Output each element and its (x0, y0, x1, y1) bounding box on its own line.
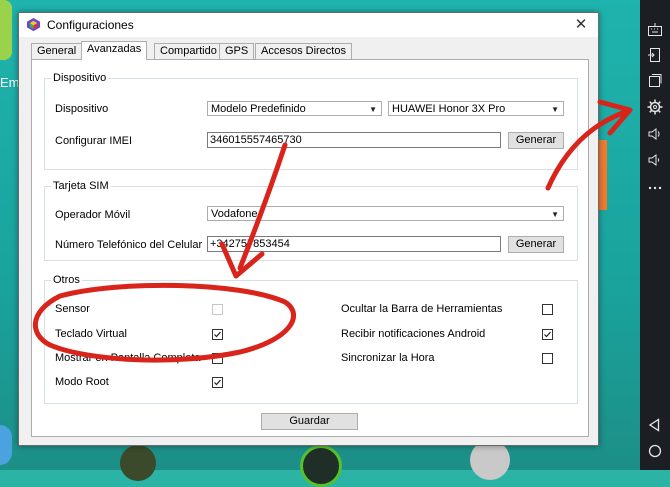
keyboard-icon[interactable] (647, 22, 663, 38)
back-icon[interactable] (647, 417, 663, 433)
generate-imei-button[interactable]: Generar (508, 132, 564, 149)
sensor-checkbox[interactable] (212, 304, 223, 315)
more-icon[interactable] (647, 180, 663, 196)
advanced-panel: Dispositivo Dispositivo Modelo Predefini… (31, 59, 589, 437)
dropdown-arrow-icon: ▼ (369, 105, 377, 114)
virtual-keyboard-checkbox[interactable] (212, 329, 223, 340)
virtual-keyboard-label: Teclado Virtual (55, 328, 127, 340)
sensor-label: Sensor (55, 303, 90, 315)
screen-rotate-icon[interactable] (647, 47, 663, 63)
device-group: Dispositivo Dispositivo Modelo Predefini… (44, 72, 578, 170)
android-notifications-label: Recibir notificaciones Android (341, 328, 486, 340)
fullscreen-label: Mostrar en Pantalla Completa (55, 352, 201, 364)
root-mode-checkbox[interactable] (212, 377, 223, 388)
desktop-app-icon[interactable] (470, 440, 510, 480)
sim-group: Tarjeta SIM Operador Móvil Vodafone ▼ Nú… (44, 180, 578, 261)
model-value: Modelo Predefinido (211, 103, 306, 115)
volume-up-icon[interactable] (647, 126, 663, 142)
operator-value: Vodafone (211, 208, 258, 220)
tab-gps[interactable]: GPS (219, 43, 255, 59)
desktop-app-icon[interactable] (120, 445, 156, 481)
generate-phone-button[interactable]: Generar (508, 236, 564, 253)
root-mode-label: Modo Root (55, 376, 109, 388)
tab-shared[interactable]: Compartido (154, 43, 223, 59)
brand-select[interactable]: HUAWEI Honor 3X Pro ▼ (388, 101, 564, 116)
check-icon (214, 331, 221, 338)
dialog-title: Configuraciones (47, 18, 134, 32)
hide-toolbar-label: Ocultar la Barra de Herramientas (341, 303, 503, 315)
tab-shortcuts[interactable]: Accesos Directos (255, 43, 352, 59)
app-logo-icon (26, 17, 41, 32)
other-group: Otros Sensor Teclado Virtual Mostrar en … (44, 274, 578, 404)
operator-select[interactable]: Vodafone ▼ (207, 206, 564, 221)
settings-gear-icon[interactable] (647, 99, 663, 115)
phone-input[interactable]: +342757853454 (207, 236, 501, 252)
brand-value: HUAWEI Honor 3X Pro (392, 103, 506, 115)
settings-dialog: Configuraciones ✕ General Avanzadas Comp… (18, 12, 599, 446)
window-icon[interactable] (647, 72, 663, 88)
desktop-widget (0, 0, 12, 60)
tab-general[interactable]: General (31, 43, 83, 59)
check-icon (214, 379, 221, 386)
hide-toolbar-checkbox[interactable] (542, 304, 553, 315)
close-icon: ✕ (574, 16, 588, 33)
check-icon (544, 331, 551, 338)
sync-time-checkbox[interactable] (542, 353, 553, 364)
group-title: Dispositivo (51, 72, 109, 84)
operator-label: Operador Móvil (55, 209, 131, 221)
group-title: Otros (51, 274, 82, 286)
android-side-toolbar (640, 0, 670, 470)
imei-label: Configurar IMEI (55, 135, 133, 147)
model-select[interactable]: Modelo Predefinido ▼ (207, 101, 382, 116)
fullscreen-checkbox[interactable] (212, 353, 223, 364)
imei-input[interactable]: 346015557465730 (207, 132, 501, 148)
save-button[interactable]: Guardar (261, 413, 358, 430)
dropdown-arrow-icon: ▼ (551, 105, 559, 114)
group-title: Tarjeta SIM (51, 180, 111, 192)
volume-down-icon[interactable] (647, 152, 663, 168)
sync-time-label: Sincronizar la Hora (341, 352, 435, 364)
desktop-app-icon[interactable] (300, 445, 342, 487)
phone-label: Número Telefónico del Celular (55, 239, 203, 251)
tab-advanced[interactable]: Avanzadas (81, 41, 148, 60)
device-label: Dispositivo (55, 103, 109, 115)
title-bar[interactable]: Configuraciones ✕ (19, 13, 598, 37)
close-button[interactable]: ✕ (570, 15, 592, 35)
desktop-app-icon[interactable] (0, 425, 12, 465)
android-notifications-checkbox[interactable] (542, 329, 553, 340)
dropdown-arrow-icon: ▼ (551, 210, 559, 219)
home-icon[interactable] (647, 443, 663, 459)
